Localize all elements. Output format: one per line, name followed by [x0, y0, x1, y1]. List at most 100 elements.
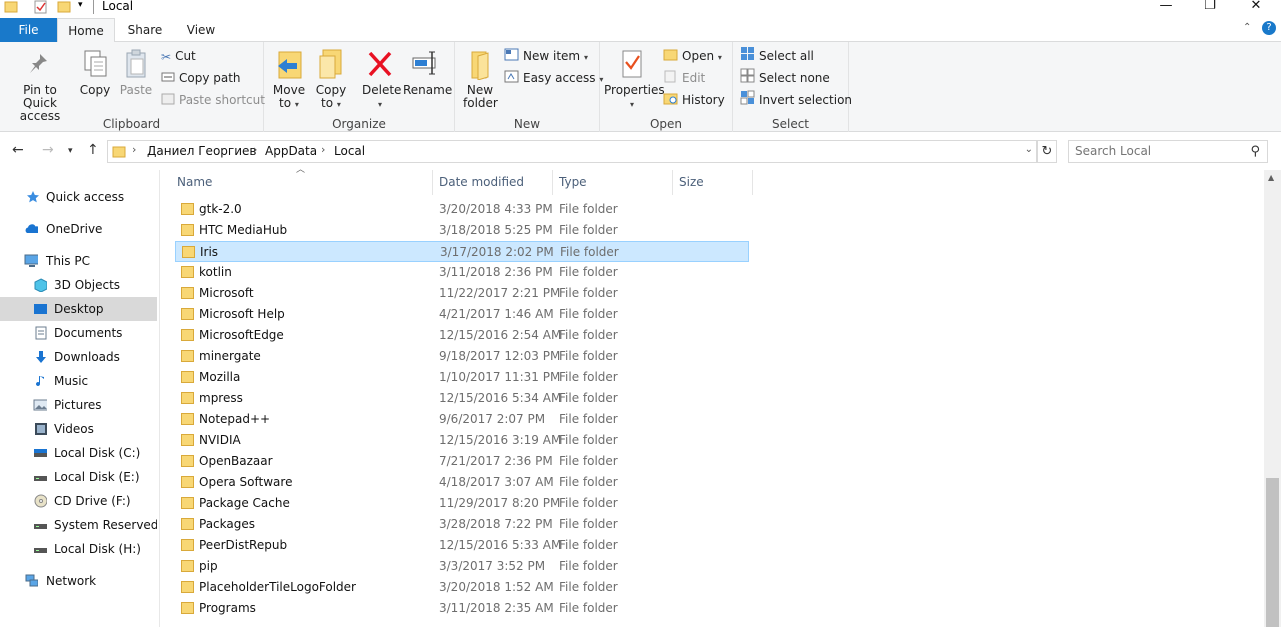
- file-row[interactable]: NVIDIA 12/15/2016 3:19 AM File folder: [175, 430, 749, 451]
- search-box[interactable]: ⚲: [1068, 140, 1268, 163]
- file-row[interactable]: pip 3/3/2017 3:52 PM File folder: [175, 556, 749, 577]
- file-row[interactable]: Microsoft 11/22/2017 2:21 PM File folder: [175, 283, 749, 304]
- new-item-button[interactable]: New item ▾: [504, 46, 588, 66]
- tab-view[interactable]: View: [176, 18, 226, 42]
- paste-shortcut-button[interactable]: Paste shortcut: [161, 90, 265, 110]
- select-all-button[interactable]: Select all: [740, 46, 814, 66]
- move-to-button[interactable]: Move to ▾: [272, 48, 306, 111]
- nav-item-quick-access[interactable]: Quick access: [0, 185, 157, 209]
- file-row[interactable]: mpress 12/15/2016 5:34 AM File folder: [175, 388, 749, 409]
- edit-button[interactable]: Edit: [663, 68, 705, 88]
- search-icon[interactable]: ⚲: [1250, 144, 1260, 159]
- close-button[interactable]: ✕: [1233, 0, 1279, 16]
- address-dropdown-icon[interactable]: ⌄: [1025, 144, 1033, 155]
- file-row[interactable]: gtk-2.0 3/20/2018 4:33 PM File folder: [175, 199, 749, 220]
- nav-item-pictures[interactable]: Pictures: [0, 393, 157, 417]
- tab-file[interactable]: File: [0, 18, 57, 42]
- new-folder-button[interactable]: New folder: [463, 48, 498, 110]
- file-name: kotlin: [199, 265, 232, 279]
- new-folder-quick-icon[interactable]: [57, 0, 71, 14]
- nav-item-network[interactable]: Network: [0, 569, 157, 593]
- invert-selection-button[interactable]: Invert selection: [740, 90, 852, 110]
- file-row[interactable]: Programs 3/11/2018 2:35 AM File folder: [175, 598, 749, 619]
- pin-icon: [30, 54, 47, 73]
- file-row[interactable]: Notepad++ 9/6/2017 2:07 PM File folder: [175, 409, 749, 430]
- recent-locations-icon[interactable]: ▾: [68, 146, 73, 156]
- vertical-scrollbar[interactable]: ▲: [1264, 170, 1281, 627]
- forward-arrow-icon[interactable]: →: [42, 142, 54, 158]
- nav-label: System Reserved (G: [54, 518, 157, 532]
- help-icon[interactable]: ?: [1262, 21, 1276, 35]
- file-row[interactable]: PlaceholderTileLogoFolder 3/20/2018 1:52 …: [175, 577, 749, 598]
- nav-item-cd-drive-f[interactable]: CD Drive (F:): [0, 489, 157, 513]
- maximize-button[interactable]: ❐: [1187, 0, 1233, 16]
- nav-item-onedrive[interactable]: OneDrive: [0, 217, 157, 241]
- select-none-button[interactable]: Select none: [740, 68, 830, 88]
- history-button[interactable]: History: [663, 90, 725, 110]
- breadcrumb-user[interactable]: Даниел Георгиев: [147, 144, 256, 158]
- minimize-button[interactable]: —: [1143, 0, 1189, 16]
- properties-icon[interactable]: [33, 0, 49, 14]
- file-row[interactable]: minergate 9/18/2017 12:03 PM File folder: [175, 346, 749, 367]
- file-type: File folder: [559, 307, 618, 321]
- column-header-date-modified[interactable]: Date modified: [432, 170, 553, 195]
- drive-icon: [34, 476, 47, 481]
- copy-to-button[interactable]: Copy to ▾: [314, 48, 348, 111]
- file-row[interactable]: kotlin 3/11/2018 2:36 PM File folder: [175, 262, 749, 283]
- file-row[interactable]: PeerDistRepub 12/15/2016 5:33 AM File fold…: [175, 535, 749, 556]
- collapse-ribbon-icon[interactable]: ⌃: [1243, 22, 1251, 33]
- back-arrow-icon[interactable]: ←: [12, 142, 24, 158]
- column-header-type[interactable]: Type: [552, 170, 673, 195]
- address-bar[interactable]: › Даниел Георгиев › AppData › Local ⌄: [107, 140, 1037, 163]
- nav-item-documents[interactable]: Documents: [0, 321, 157, 345]
- breadcrumb-local[interactable]: Local: [334, 144, 365, 158]
- chevron-down-icon: ▾: [629, 100, 634, 109]
- search-input[interactable]: [1075, 144, 1235, 158]
- refresh-icon[interactable]: ↻: [1037, 140, 1057, 163]
- tab-home[interactable]: Home: [57, 18, 115, 43]
- nav-item-local-disk-h[interactable]: Local Disk (H:): [0, 537, 157, 561]
- file-row[interactable]: MicrosoftEdge 12/15/2016 2:54 AM File fold…: [175, 325, 749, 346]
- nav-item-3d-objects[interactable]: 3D Objects: [0, 273, 157, 297]
- cut-button[interactable]: ✂ Cut: [161, 46, 196, 66]
- file-row[interactable]: Iris 3/17/2018 2:02 PM File folder: [175, 241, 749, 262]
- file-row[interactable]: Opera Software 4/18/2017 3:07 AM File fold…: [175, 472, 749, 493]
- file-row[interactable]: Mozilla 1/10/2017 11:31 PM File folder: [175, 367, 749, 388]
- paste-button[interactable]: Paste: [118, 48, 154, 97]
- open-button[interactable]: Open ▾: [663, 46, 722, 66]
- nav-item-local-disk-e[interactable]: Local Disk (E:): [0, 465, 157, 489]
- pin-to-quick-access-button[interactable]: Pin to Quick access: [6, 48, 74, 123]
- file-row[interactable]: Package Cache 11/29/2017 8:20 PM File fold…: [175, 493, 749, 514]
- scrollbar-thumb[interactable]: [1266, 478, 1279, 627]
- delete-button[interactable]: Delete ▾: [362, 48, 401, 111]
- column-header-size[interactable]: Size: [672, 170, 753, 195]
- nav-item-system-reserved-g[interactable]: System Reserved (G: [0, 513, 157, 537]
- history-icon: [663, 91, 678, 111]
- nav-item-music[interactable]: Music: [0, 369, 157, 393]
- rename-button[interactable]: Rename: [403, 48, 452, 97]
- copy-path-button[interactable]: Copy path: [161, 68, 241, 88]
- breadcrumb-appdata[interactable]: AppData: [265, 144, 317, 158]
- rename-label: Rename: [403, 83, 453, 97]
- file-row[interactable]: OpenBazaar 7/21/2017 2:36 PM File folder: [175, 451, 749, 472]
- nav-item-videos[interactable]: Videos: [0, 417, 157, 441]
- file-name: Package Cache: [199, 496, 290, 510]
- file-row[interactable]: Microsoft Help 4/21/2017 1:46 AM File fold…: [175, 304, 749, 325]
- document-icon: [35, 326, 47, 340]
- file-row[interactable]: HTC MediaHub 3/18/2018 5:25 PM File folder: [175, 220, 749, 241]
- nav-item-local-disk-c[interactable]: Local Disk (C:): [0, 441, 157, 465]
- scroll-up-icon[interactable]: ▲: [1268, 173, 1274, 182]
- nav-item-downloads[interactable]: Downloads: [0, 345, 157, 369]
- properties-button[interactable]: Properties ▾: [604, 48, 665, 111]
- copy-button[interactable]: Copy: [78, 48, 112, 97]
- easy-access-label: Easy access: [523, 71, 596, 85]
- nav-item-desktop[interactable]: Desktop: [0, 297, 157, 321]
- tab-share[interactable]: Share: [120, 18, 170, 42]
- file-row[interactable]: Packages 3/28/2018 7:22 PM File folder: [175, 514, 749, 535]
- customize-quick-access-icon[interactable]: ▾: [78, 0, 83, 10]
- easy-access-button[interactable]: Easy access ▾: [504, 68, 603, 88]
- file-name: Packages: [199, 517, 255, 531]
- nav-item-this-pc[interactable]: This PC: [0, 249, 157, 273]
- column-header-name[interactable]: Name: [170, 170, 433, 195]
- up-arrow-icon[interactable]: ↑: [87, 142, 99, 158]
